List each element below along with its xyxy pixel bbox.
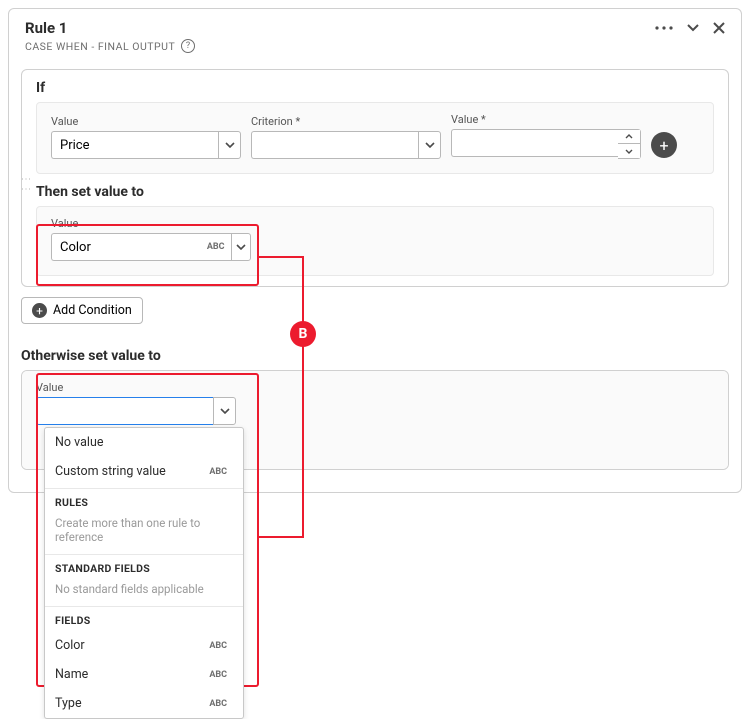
otherwise-chevron-down-icon[interactable] — [213, 397, 236, 425]
drag-handle-icon[interactable]: ⋮⋮ — [20, 174, 31, 194]
dropdown-rules-header: RULES — [45, 488, 243, 513]
rule-subtitle: CASE WHEN - FINAL OUTPUT — [25, 40, 175, 53]
dropdown-standard-fields-hint: No standard fields applicable — [45, 579, 243, 604]
dropdown-option-no-value[interactable]: No value — [45, 428, 243, 457]
if-value2-label: Value * — [451, 113, 641, 126]
annotation-badge: B — [290, 321, 316, 347]
otherwise-value-label: Value — [36, 381, 236, 394]
rule-subtitle-row: CASE WHEN - FINAL OUTPUT ? — [9, 39, 741, 63]
annotation-line — [259, 256, 304, 258]
if-value-input[interactable] — [51, 131, 218, 159]
then-chevron-down-icon[interactable] — [231, 233, 251, 261]
criterion-chevron-down-icon[interactable] — [418, 131, 441, 159]
if-value-label: Value — [51, 115, 241, 128]
if-value2-input[interactable] — [451, 129, 618, 157]
add-condition-button[interactable]: + Add Condition — [21, 297, 143, 324]
value2-step-down-icon[interactable] — [618, 144, 640, 158]
then-title: Then set value to — [36, 184, 714, 200]
otherwise-value-input[interactable] — [36, 397, 213, 425]
criterion-input[interactable] — [251, 131, 418, 159]
then-value-label: Value — [51, 217, 251, 230]
dropdown-standard-fields-header: STANDARD FIELDS — [45, 554, 243, 579]
dropdown-option-field[interactable]: TypeABC — [45, 689, 243, 718]
rule-title: Rule 1 — [25, 19, 67, 37]
if-then-card: ⋮⋮ If Value — [21, 69, 729, 287]
criterion-label: Criterion * — [251, 115, 441, 128]
add-criterion-button[interactable]: + — [651, 132, 677, 158]
value2-step-up-icon[interactable] — [618, 130, 640, 144]
more-icon[interactable] — [655, 26, 673, 30]
dropdown-rules-hint: Create more than one rule to reference — [45, 513, 243, 552]
value-dropdown: No value Custom string valueABC RULES Cr… — [44, 427, 244, 719]
plus-icon: + — [32, 303, 47, 318]
dropdown-option-field[interactable]: ColorABC — [45, 631, 243, 660]
then-value-input[interactable] — [51, 233, 207, 261]
help-icon[interactable]: ? — [181, 39, 195, 53]
close-icon[interactable] — [713, 22, 725, 34]
dropdown-fields-header: FIELDS — [45, 606, 243, 631]
dropdown-option-custom-string[interactable]: Custom string valueABC — [45, 457, 243, 486]
panel-header: Rule 1 — [9, 9, 741, 39]
rule-panel: Rule 1 CASE WHEN - FINAL OUTPUT ? ⋮⋮ If — [8, 8, 742, 493]
then-type-badge: ABC — [207, 242, 231, 252]
otherwise-title: Otherwise set value to — [21, 348, 729, 364]
if-title: If — [36, 80, 714, 96]
annotation-line — [259, 536, 304, 538]
add-condition-label: Add Condition — [53, 303, 132, 318]
collapse-icon[interactable] — [687, 24, 699, 32]
if-value-chevron-down-icon[interactable] — [218, 131, 241, 159]
annotation-line — [302, 256, 304, 538]
dropdown-option-field[interactable]: NameABC — [45, 660, 243, 689]
